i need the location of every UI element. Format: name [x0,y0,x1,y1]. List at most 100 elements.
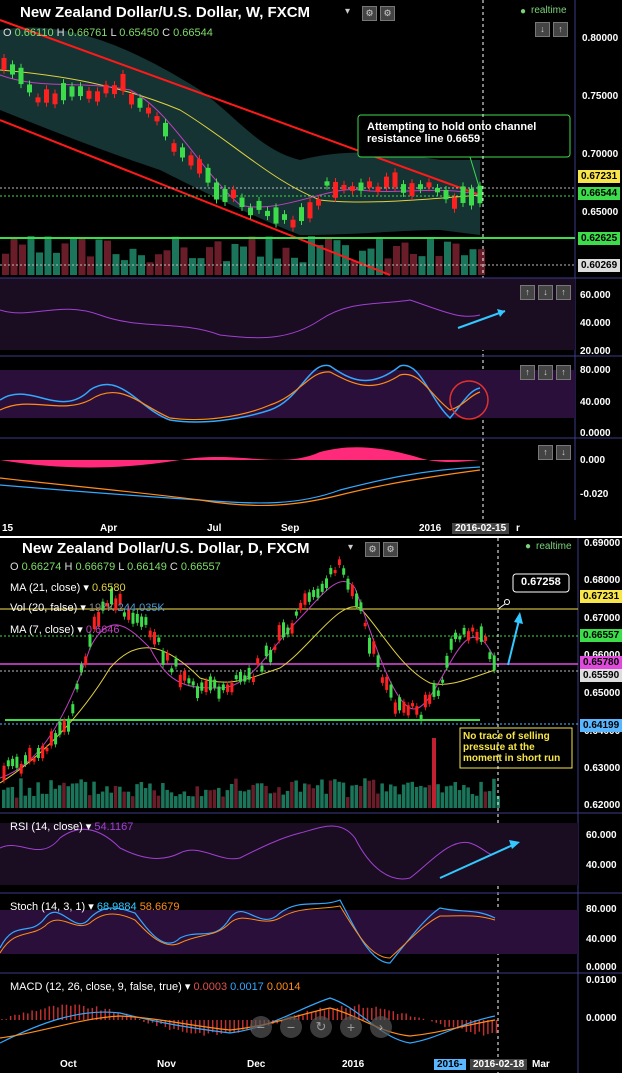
arrow-up-icon[interactable]: ↑ [538,445,553,460]
weekly-volume-bar [240,246,247,275]
arrow-up-icon[interactable]: ↑ [556,285,571,300]
daily-volume-bar [238,790,242,808]
daily-candle [445,655,449,668]
weekly-volume-bar [469,249,477,275]
daily-volume-bar [152,790,156,808]
weekly-volume-bar [291,257,298,275]
settings-icon[interactable]: ⚙ [362,6,377,21]
daily-candle [19,763,23,774]
weekly-volume-bar [299,262,307,275]
daily-volume-bar [204,789,208,808]
daily-volume-bar [92,781,96,808]
daily-candle [475,631,479,641]
reset-icon[interactable]: ↻ [310,1016,332,1038]
weekly-volume-bar [61,243,69,275]
weekly-candle [384,176,389,188]
arrow-up-icon[interactable]: ↑ [553,22,568,37]
daily-candle [406,705,410,716]
zoom-out-icon[interactable]: − [250,1016,272,1038]
weekly-candle [316,199,321,206]
daily-volume-bar [217,787,221,808]
weekly-title-dropdown-icon[interactable]: ▾ [345,6,350,17]
daily-volume-bar [333,779,337,808]
daily-candle [153,632,156,645]
daily-volume-bar [479,781,483,808]
arrow-down-icon[interactable]: ↓ [535,22,550,37]
weekly-candle [469,188,474,206]
daily-candle [11,758,15,767]
daily-candle [393,702,397,714]
zoom-controls: − − ↻ + › [250,1016,392,1038]
arrow-up-icon[interactable]: ↑ [556,365,571,380]
daily-candle [337,559,341,566]
daily-volume-bar [79,779,83,808]
weekly-volume-bar [163,250,171,275]
daily-volume-bar [358,786,363,808]
arrow-up-icon[interactable]: ↑ [520,365,535,380]
daily-volume-bar [19,778,23,808]
daily-ohlc: O 0.66274 H 0.66679 L 0.66149 C 0.66557 [10,561,221,573]
daily-volume-bar [70,783,75,808]
arrow-down-icon[interactable]: ↓ [556,445,571,460]
daily-volume-bar [36,782,40,808]
weekly-volume-bar [70,237,77,275]
arrow-down-icon[interactable]: ↓ [538,365,553,380]
weekly-volume-bar [129,248,137,275]
daily-ma7-label: MA (7, close) ▾ 0.6646 [10,624,120,636]
weekly-volume-bar [316,245,324,275]
daily-stoch-axis: 0.0000 [586,962,617,973]
daily-candle [402,701,406,713]
daily-volume-bar [126,791,131,808]
scroll-right-icon[interactable]: › [370,1016,392,1038]
weekly-realtime-dot-icon: ● [520,6,527,17]
daily-candle [342,568,346,575]
weekly-candle [265,210,270,217]
weekly-candle [307,202,313,219]
weekly-price-tag: 0.67231 [578,170,621,183]
daily-volume-bar [346,797,350,808]
weekly-volume-bar [78,238,86,275]
daily-candle [466,631,470,641]
daily-volume-bar [131,796,135,808]
weekly-chart: New Zealand Dollar/U.S. Dollar, W, FXCM … [0,0,622,534]
daily-title-dropdown-icon[interactable]: ▾ [348,542,353,553]
daily-volume-bar [397,794,402,808]
weekly-volume-bar [410,253,417,275]
daily-candle [75,683,79,690]
weekly-ohlc: O 0.66110 H 0.66761 L 0.65450 C 0.66544 [3,27,213,39]
weekly-axis-label: 0.75000 [582,91,619,102]
arrow-down-icon[interactable]: ↓ [538,285,553,300]
zoom-minus-icon[interactable]: − [280,1016,302,1038]
daily-axis-label: 0.65000 [584,688,621,699]
daily-volume-bar [320,779,324,808]
weekly-volume-bar [19,244,26,275]
weekly-volume-bar [27,236,35,275]
weekly-volume-bar [452,243,460,275]
daily-candle [471,627,475,632]
weekly-volume-bar [333,240,341,275]
weekly-rsi-axis: 20.000 [580,346,611,357]
daily-volume-bar [483,791,488,808]
weekly-chart-svg [0,0,622,520]
gear-icon[interactable]: ⚙ [383,542,398,557]
settings-icon[interactable]: ⚙ [365,542,380,557]
weekly-candle [460,186,466,203]
zoom-in-icon[interactable]: + [340,1016,362,1038]
daily-candle [484,636,488,641]
weekly-candle [409,183,415,197]
weekly-price-tag: 0.62625 [578,232,621,245]
gear-icon[interactable]: ⚙ [380,6,395,21]
daily-candle [200,682,204,691]
weekly-candle [10,64,15,75]
daily-candle [436,690,440,696]
daily-candle [458,636,462,640]
arrow-up-icon[interactable]: ↑ [520,285,535,300]
daily-volume-bar [440,792,445,808]
daily-price-tag: 0.65780 [580,656,622,669]
daily-volume-bar [186,795,191,808]
weekly-candle [154,116,160,122]
weekly-volume-bar [44,236,52,275]
daily-volume-bar [247,789,251,808]
daily-candle [282,622,285,638]
daily-volume-bar [169,792,174,808]
